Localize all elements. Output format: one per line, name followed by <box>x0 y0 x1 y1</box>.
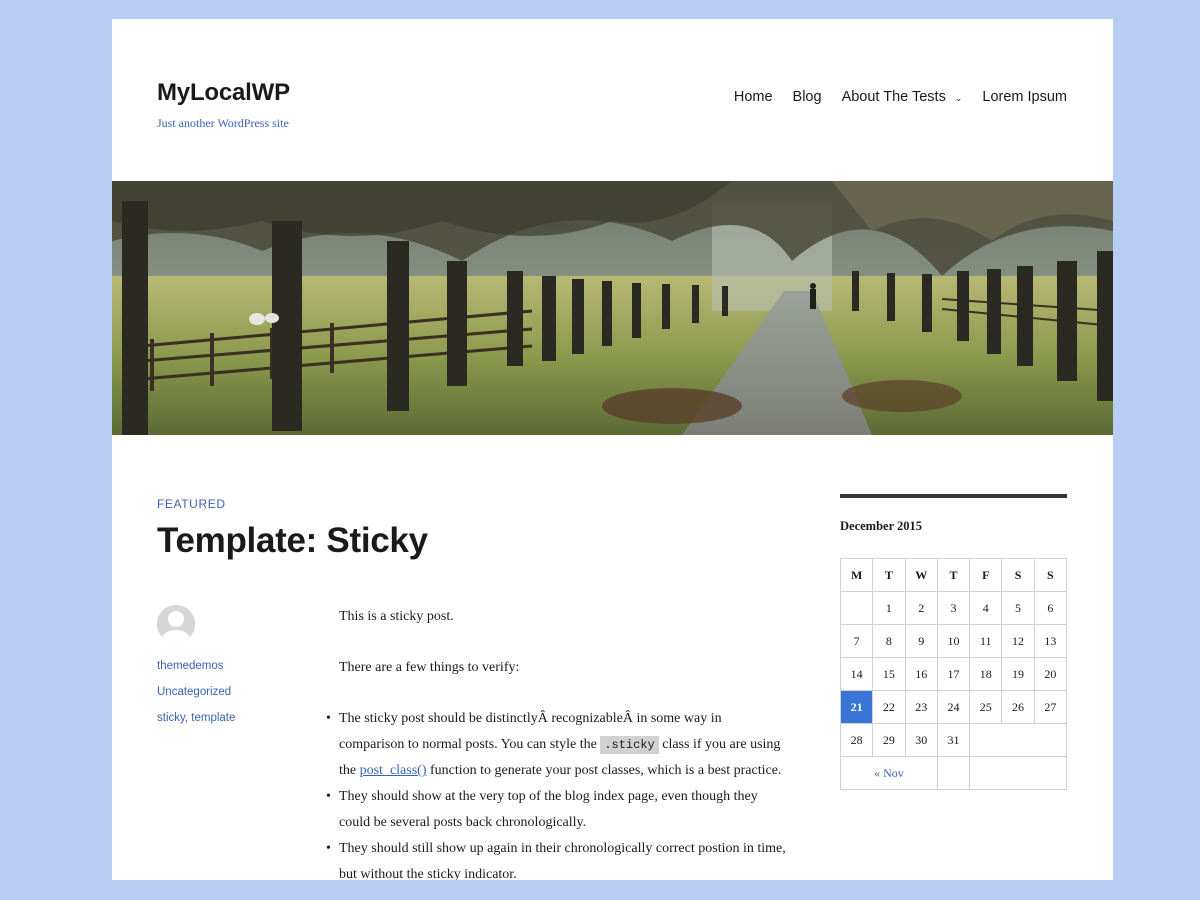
post-categories-link[interactable]: Uncategorized <box>157 686 231 698</box>
nav-item-label: About The Tests <box>841 89 946 105</box>
post-content: This is a sticky post. There are a few t… <box>326 604 789 880</box>
calendar-day: 14 <box>839 657 874 691</box>
calendar-week-row: 21 22 23 24 25 26 27 <box>839 690 1068 724</box>
calendar-day: 18 <box>969 657 1003 691</box>
calendar-day: 22 <box>872 690 906 724</box>
paragraph: This is a sticky post. <box>339 609 454 624</box>
nav-item-label: Home <box>733 89 773 105</box>
calendar-empty-cell <box>969 723 1067 757</box>
calendar-weekday: S <box>1033 558 1068 592</box>
calendar-day: 1 <box>872 591 906 625</box>
calendar-day: 19 <box>1001 657 1035 691</box>
nav-item-lorem-ipsum[interactable]: Lorem Ipsum <box>982 89 1067 105</box>
widget-divider <box>840 494 1067 498</box>
calendar-day: 10 <box>936 624 971 658</box>
calendar-weekday: T <box>872 558 906 592</box>
calendar-day: 4 <box>969 591 1003 625</box>
nav-item-blog[interactable]: Blog <box>793 89 822 105</box>
calendar-day: 12 <box>1001 624 1035 658</box>
list-item: They should show at the very top of the … <box>326 784 789 836</box>
calendar-day: 6 <box>1033 591 1068 625</box>
list-item-text: function to generate your post classes, … <box>426 763 782 778</box>
list-item-text: They should still show up again in their… <box>339 841 786 880</box>
post-tags-links[interactable]: sticky, template <box>157 712 235 724</box>
calendar-day: 17 <box>936 657 971 691</box>
chevron-down-icon[interactable]: ⌄ <box>955 93 963 104</box>
calendar-weekday: M <box>839 558 874 592</box>
calendar-weekday: F <box>969 558 1003 592</box>
nav-item-label: Blog <box>792 89 822 105</box>
calendar-day: 7 <box>839 624 874 658</box>
calendar-day: 15 <box>872 657 906 691</box>
calendar-day: 3 <box>936 591 971 625</box>
calendar-day: 28 <box>839 723 874 757</box>
calendar-day: 31 <box>936 723 971 757</box>
site-description: Just another WordPress site <box>157 116 289 130</box>
author-avatar[interactable] <box>157 605 195 643</box>
calendar-next-month-cell <box>969 756 1067 790</box>
calendar-day: 24 <box>936 690 971 724</box>
calendar-day: 23 <box>904 690 938 724</box>
calendar-weekday: W <box>904 558 938 592</box>
post-class-link[interactable]: post_class() <box>360 763 427 778</box>
calendar-day: 9 <box>904 624 938 658</box>
calendar-day: 26 <box>1001 690 1035 724</box>
post-title[interactable]: Template: Sticky <box>157 521 428 561</box>
site-title[interactable]: MyLocalWP <box>157 79 290 107</box>
header-image <box>112 181 1113 435</box>
calendar-day: 25 <box>969 690 1003 724</box>
paragraph: There are a few things to verify: <box>339 660 520 675</box>
calendar-day: 29 <box>872 723 906 757</box>
calendar-week-row: 1 2 3 4 5 6 <box>839 591 1068 625</box>
calendar-day: 16 <box>904 657 938 691</box>
nav-item-about-the-tests[interactable]: About The Tests ⌄ <box>842 89 963 105</box>
calendar-day: 8 <box>872 624 906 658</box>
inline-code: .sticky <box>600 736 659 754</box>
calendar-weekday-row: M T W T F S S <box>839 558 1068 592</box>
calendar-prev-month-link[interactable]: « Nov <box>840 756 938 790</box>
calendar-day <box>839 591 874 625</box>
user-silhouette-icon <box>157 605 195 643</box>
calendar-week-row: 14 15 16 17 18 19 20 <box>839 657 1068 691</box>
calendar-nav-row: « Nov <box>840 756 1067 790</box>
calendar-day: 5 <box>1001 591 1035 625</box>
list-item: They should still show up again in their… <box>326 836 789 880</box>
calendar-caption: December 2015 <box>840 519 923 533</box>
calendar-pad-cell <box>936 756 971 790</box>
calendar-weekday: S <box>1001 558 1035 592</box>
page: MyLocalWP Just another WordPress site Ho… <box>112 19 1113 880</box>
main-navigation: Home Blog About The Tests ⌄ Lorem Ipsum <box>734 89 1067 105</box>
calendar-week-row: 7 8 9 10 11 12 13 <box>839 624 1068 658</box>
calendar-day: 2 <box>904 591 938 625</box>
calendar-day-today[interactable]: 21 <box>839 690 874 724</box>
tree-lined-path-picture <box>112 181 1113 435</box>
calendar-day: 13 <box>1033 624 1068 658</box>
post-category-label[interactable]: FEATURED <box>157 497 226 511</box>
nav-item-home[interactable]: Home <box>734 89 773 105</box>
calendar-day: 20 <box>1033 657 1068 691</box>
calendar-widget: M T W T F S S 1 2 3 4 5 6 7 8 9 10 11 12… <box>839 558 1068 790</box>
list-item-text: They should show at the very top of the … <box>339 789 758 830</box>
list-item: The sticky post should be distinctlyÂ re… <box>326 706 789 784</box>
calendar-day: 27 <box>1033 690 1068 724</box>
post-author-link[interactable]: themedemos <box>157 660 223 672</box>
calendar-day: 30 <box>904 723 938 757</box>
calendar-day: 11 <box>969 624 1003 658</box>
nav-item-label: Lorem Ipsum <box>982 89 1067 105</box>
calendar-week-row: 28 29 30 31 <box>839 723 1067 757</box>
bullet-list: The sticky post should be distinctlyÂ re… <box>326 706 789 880</box>
calendar-weekday: T <box>936 558 971 592</box>
